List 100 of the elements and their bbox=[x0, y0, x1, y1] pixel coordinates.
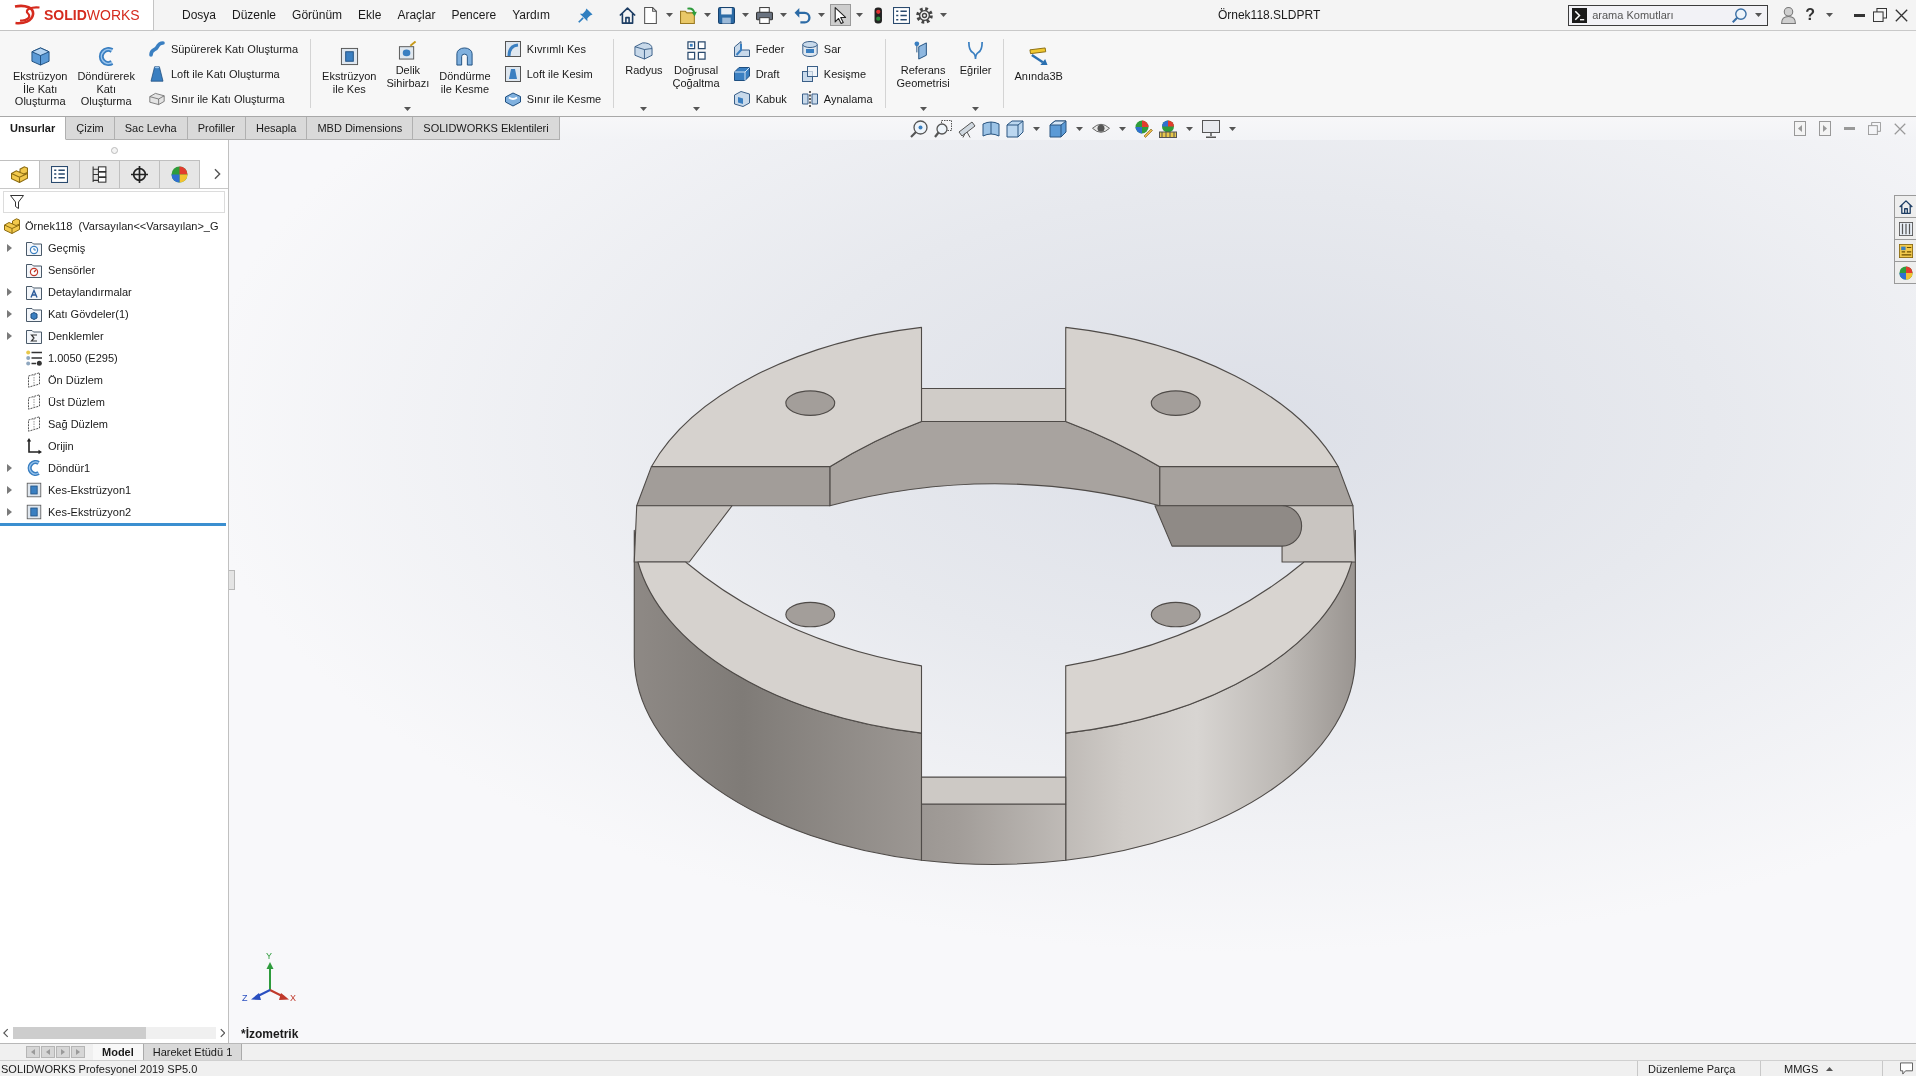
traffic-light-icon[interactable] bbox=[874, 6, 883, 24]
ribbon-button[interactable]: Süpürerek Katı Oluşturma bbox=[148, 40, 299, 57]
ribbon-button[interactable]: Ekstrüzyon ile Kes bbox=[317, 31, 382, 116]
expand-arrow-icon[interactable] bbox=[7, 464, 12, 472]
caret-icon[interactable] bbox=[972, 107, 980, 111]
shaded-box-icon[interactable] bbox=[1048, 119, 1067, 138]
ribbon-button[interactable]: Kabuk bbox=[733, 90, 787, 107]
horizontal-scrollbar[interactable] bbox=[12, 1027, 216, 1039]
ribbon-button[interactable]: Draft bbox=[733, 65, 787, 82]
pin-icon[interactable] bbox=[577, 7, 593, 23]
eye-icon[interactable] bbox=[1091, 122, 1110, 135]
expand-arrow-icon[interactable] bbox=[7, 310, 12, 318]
monitor-icon[interactable] bbox=[1201, 119, 1220, 138]
minimize-icon[interactable] bbox=[1854, 13, 1865, 17]
expand-arrow-icon[interactable] bbox=[7, 508, 12, 516]
panel-right-icon[interactable] bbox=[1819, 121, 1831, 136]
caret-icon[interactable] bbox=[855, 13, 863, 17]
caret-icon[interactable] bbox=[919, 107, 927, 111]
tree-item[interactable]: Detaylandırmalar bbox=[48, 286, 132, 298]
tree-item[interactable]: Döndür1 bbox=[48, 462, 91, 474]
folder-arrow-icon[interactable] bbox=[679, 6, 697, 24]
caret-icon[interactable] bbox=[692, 107, 700, 111]
menu-item[interactable]: Ekle bbox=[350, 8, 390, 22]
ribbon-button[interactable]: Feder bbox=[733, 40, 787, 57]
section-view-icon[interactable] bbox=[981, 119, 1000, 138]
caret-icon[interactable] bbox=[665, 13, 673, 17]
logo-badge[interactable]: SOLIDWORKS bbox=[0, 0, 154, 31]
caret-icon[interactable] bbox=[703, 13, 711, 17]
tab[interactable]: Profiller bbox=[187, 117, 247, 140]
filter-field[interactable] bbox=[3, 191, 225, 213]
tab[interactable]: Hesapla bbox=[246, 117, 308, 140]
scene-icon[interactable] bbox=[1158, 119, 1177, 138]
search-field[interactable]: arama Komutları bbox=[1568, 4, 1769, 26]
ribbon-button[interactable]: Ekstrüzyon İle Katı Oluşturma bbox=[8, 31, 73, 116]
view-cube-icon[interactable] bbox=[1005, 119, 1024, 138]
ribbon-button[interactable]: Döndürme ile Kesme bbox=[434, 31, 496, 116]
expand-arrow-icon[interactable] bbox=[7, 244, 12, 252]
caret-icon[interactable] bbox=[1228, 126, 1236, 131]
caret-icon[interactable] bbox=[779, 13, 787, 17]
task-pane-tab[interactable] bbox=[1894, 217, 1916, 240]
menu-item[interactable]: Pencere bbox=[443, 8, 505, 22]
scrollbar-thumb[interactable] bbox=[12, 1027, 146, 1039]
ribbon-button[interactable]: Döndürerek Katı Oluşturma bbox=[72, 31, 140, 116]
ribbon-button[interactable]: Eğriler bbox=[954, 31, 997, 116]
caret-icon[interactable] bbox=[1075, 126, 1083, 131]
menu-item[interactable]: Yardım bbox=[504, 8, 558, 22]
ribbon-button[interactable]: Sar bbox=[801, 40, 873, 57]
panel-tab[interactable] bbox=[80, 160, 120, 188]
chevron-left-icon[interactable] bbox=[3, 1028, 9, 1038]
list-icon[interactable] bbox=[892, 6, 910, 24]
expand-arrow-icon[interactable] bbox=[7, 486, 12, 494]
tree-item[interactable]: Sensörler bbox=[48, 264, 96, 276]
ribbon-button[interactable]: Aynalama bbox=[801, 90, 873, 107]
caret-icon[interactable] bbox=[1185, 126, 1193, 131]
tree-item[interactable]: Sağ Düzlem bbox=[48, 418, 108, 430]
task-pane-tab[interactable] bbox=[1894, 195, 1916, 218]
printer-icon[interactable] bbox=[755, 6, 773, 24]
menu-item[interactable]: Görünüm bbox=[284, 8, 351, 22]
tool-button[interactable] bbox=[829, 4, 851, 26]
tab[interactable]: SOLIDWORKS Eklentileri bbox=[413, 117, 560, 140]
panel-left-icon[interactable] bbox=[1794, 121, 1806, 136]
chevron-right-icon[interactable] bbox=[219, 1028, 225, 1038]
units-button[interactable]: MMGS bbox=[1760, 1061, 1882, 1076]
caret-icon[interactable] bbox=[939, 13, 947, 17]
menu-item[interactable]: Araçlar bbox=[389, 8, 444, 22]
tree-item[interactable]: Katı Gövdeler(1) bbox=[48, 308, 129, 320]
caret-icon[interactable] bbox=[817, 13, 825, 17]
tab[interactable]: Hareket Etüdü 1 bbox=[143, 1044, 243, 1060]
document-icon[interactable] bbox=[641, 6, 659, 24]
search-input[interactable]: arama Komutları bbox=[1592, 6, 1728, 24]
ribbon-button[interactable]: Sınır ile Katı Oluşturma bbox=[148, 90, 299, 107]
ribbon-button[interactable]: Doğrusal Çoğaltma bbox=[667, 31, 725, 116]
chevron-right-icon[interactable] bbox=[214, 168, 221, 180]
tab[interactable]: Model bbox=[93, 1044, 144, 1060]
zoom-to-fit-icon[interactable] bbox=[909, 119, 928, 138]
search-icon[interactable] bbox=[1732, 7, 1748, 23]
ribbon-button[interactable]: Anında3B bbox=[1009, 31, 1068, 116]
tree-item[interactable]: Denklemler bbox=[48, 330, 104, 342]
tab[interactable]: Çizim bbox=[66, 117, 115, 140]
gear-icon[interactable] bbox=[915, 6, 933, 24]
ribbon-button[interactable]: Kıvrımlı Kes bbox=[504, 40, 602, 57]
ribbon-button[interactable]: Delik Sihirbazı bbox=[381, 31, 435, 116]
tree-item[interactable]: Üst Düzlem bbox=[48, 396, 105, 408]
undo-arrow-icon[interactable] bbox=[793, 6, 811, 24]
expand-arrow-icon[interactable] bbox=[7, 288, 12, 296]
expand-arrow-icon[interactable] bbox=[7, 332, 12, 340]
ribbon-button[interactable]: Loft ile Katı Oluşturma bbox=[148, 65, 299, 82]
menu-item[interactable]: Düzenle bbox=[224, 8, 285, 22]
tree-item[interactable]: Örnek118 (Varsayılan<<Varsayılan>_G bbox=[25, 220, 219, 232]
tab[interactable]: Unsurlar bbox=[0, 117, 67, 140]
caret-icon[interactable] bbox=[1032, 126, 1040, 131]
tree-item[interactable]: Orijin bbox=[48, 440, 74, 452]
panel-tab[interactable] bbox=[40, 160, 80, 188]
ribbon-button[interactable]: Referans Geometrisi bbox=[891, 31, 955, 116]
tree-item[interactable]: Kes-Ekstrüzyon2 bbox=[48, 506, 132, 518]
task-pane-tab[interactable] bbox=[1894, 239, 1916, 262]
tab[interactable]: Sac Levha bbox=[114, 117, 188, 140]
panel-tab[interactable] bbox=[120, 160, 160, 188]
splitter-handle[interactable] bbox=[229, 570, 235, 590]
help-button[interactable]: ? bbox=[1805, 6, 1815, 24]
